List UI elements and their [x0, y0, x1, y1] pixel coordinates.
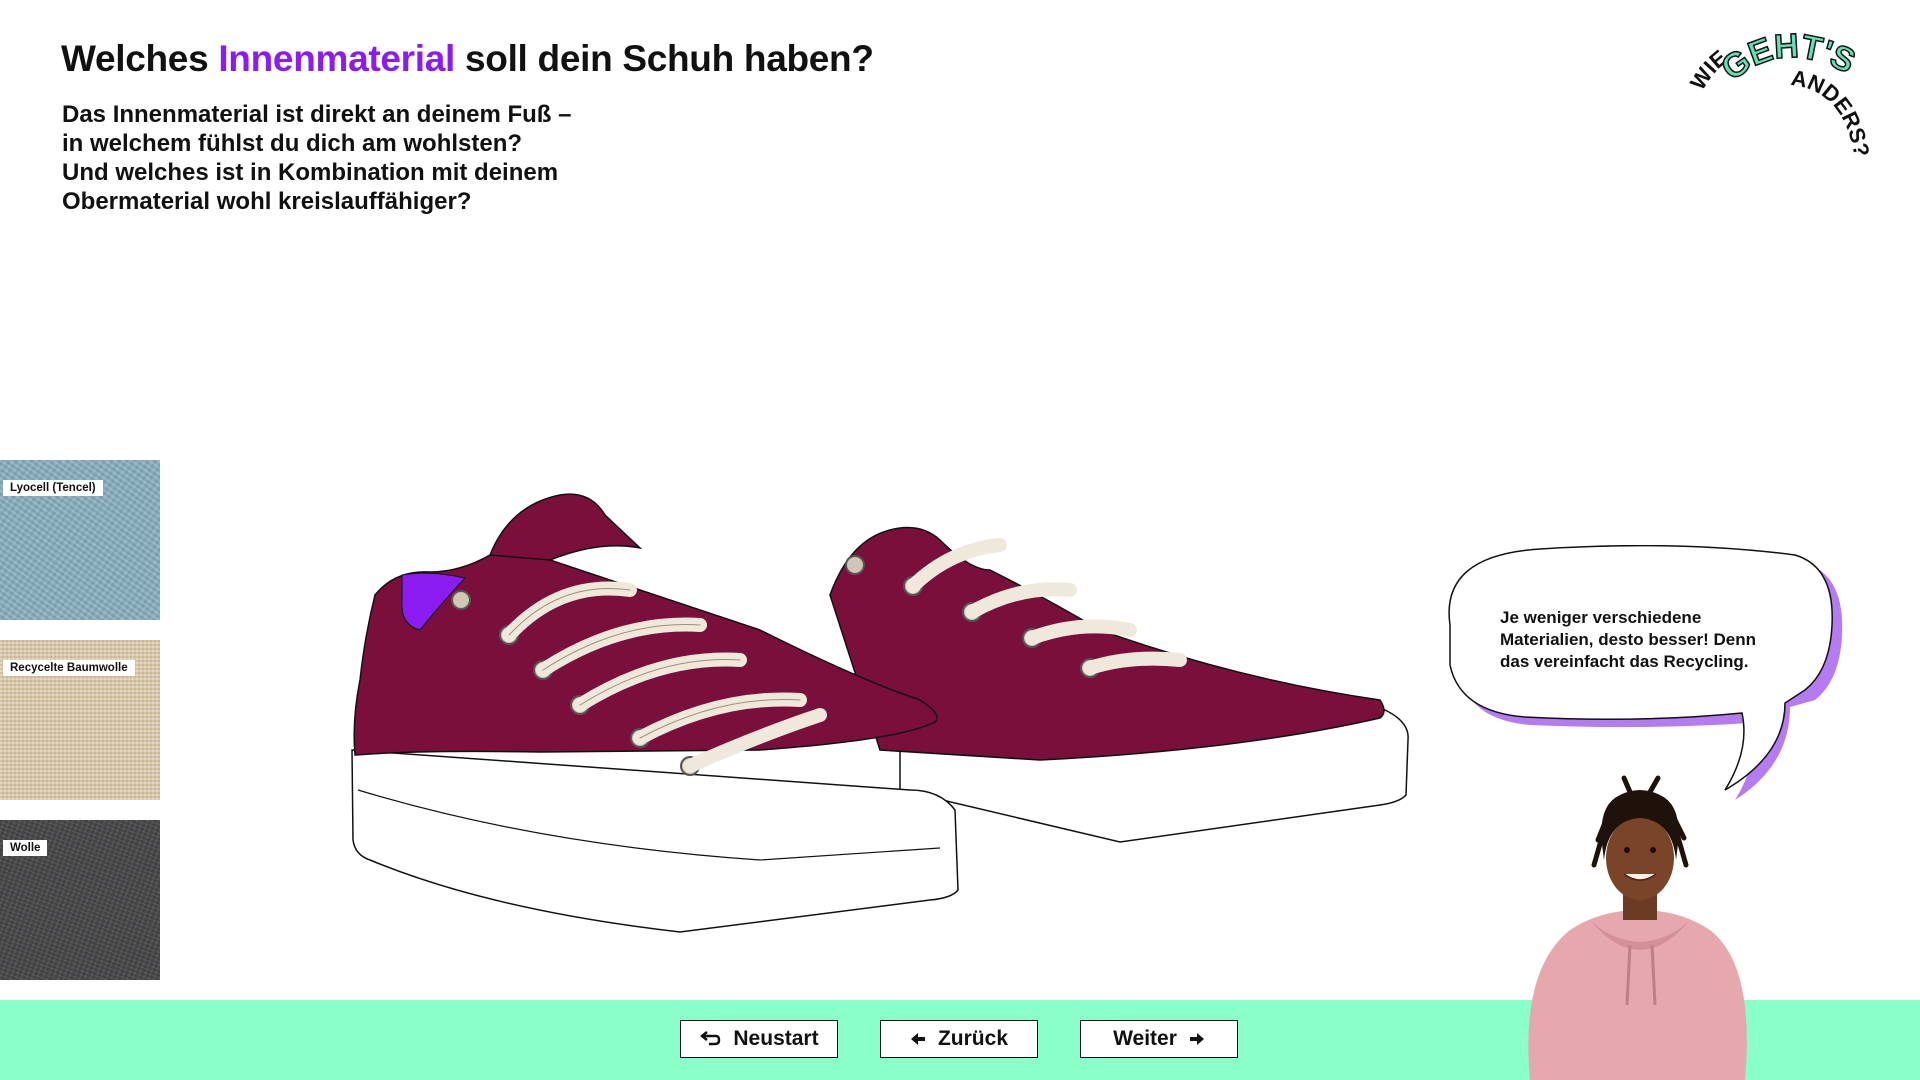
svg-text:ANDERS?: ANDERS? [1789, 65, 1874, 159]
bubble-line: Je weniger verschiedene [1500, 608, 1702, 627]
bubble-line: das vereinfacht das Recycling. [1500, 652, 1749, 671]
dreadlock [1621, 775, 1633, 795]
next-button[interactable]: Weiter [1080, 1020, 1238, 1058]
logo-word-gehts: GEHT'S [1714, 30, 1862, 89]
material-label: Wolle [3, 840, 48, 856]
front-shoe-sole [351, 749, 959, 933]
material-option-wool[interactable]: Wolle [0, 820, 160, 980]
intro-text: Das Innenmaterial ist direkt an deinem F… [62, 100, 662, 216]
svg-text:GEHT'S: GEHT'S [1714, 30, 1861, 88]
title-accent: Innenmaterial [218, 38, 456, 79]
hoodie [1528, 910, 1747, 1080]
return-arrow-icon [699, 1030, 721, 1048]
material-option-lyocell[interactable]: Lyocell (Tencel) [0, 460, 160, 620]
material-label: Recycelte Baumwolle [3, 660, 135, 676]
material-option-recycled-cotton[interactable]: Recycelte Baumwolle [0, 640, 160, 800]
back-label: Zurück [937, 1027, 1008, 1050]
face [1606, 816, 1674, 900]
bubble-line: Materialien, desto besser! Denn [1500, 630, 1757, 649]
wie-gehts-anders-logo: WIE GEHT'S ANDERS? [1685, 30, 1874, 159]
eyelet [451, 590, 471, 610]
sneaker-preview [351, 493, 1409, 933]
eye [1624, 847, 1630, 853]
restart-label: Neustart [733, 1027, 819, 1050]
intro-line: Und welches ist in Kombination mit deine… [62, 159, 559, 186]
title-suffix: soll dein Schuh haben? [455, 38, 874, 79]
intro-line: Obermaterial wohl kreislauffähiger? [62, 188, 472, 215]
logo-word-anders: ANDERS? [1789, 65, 1874, 159]
next-label: Weiter [1113, 1027, 1177, 1050]
eye [1650, 847, 1656, 853]
front-shoe-collar [488, 493, 643, 561]
back-button[interactable]: Zurück [880, 1020, 1038, 1058]
arrow-left-icon [910, 1032, 926, 1046]
title-prefix: Welches [61, 38, 219, 79]
eyelet [845, 555, 865, 575]
guide-character-portrait [1528, 775, 1747, 1080]
dreadlock [1647, 775, 1661, 795]
intro-line: Das Innenmaterial ist direkt an deinem F… [62, 101, 572, 128]
intro-line: in welchem fühlst du dich am wohlsten? [62, 130, 523, 157]
restart-button[interactable]: Neustart [680, 1020, 838, 1058]
speech-bubble-text: Je weniger verschiedene Materialien, des… [1500, 607, 1800, 673]
page-title: Welches Innenmaterial soll dein Schuh ha… [61, 38, 874, 80]
material-label: Lyocell (Tencel) [3, 480, 103, 496]
arrow-right-icon [1189, 1032, 1205, 1046]
